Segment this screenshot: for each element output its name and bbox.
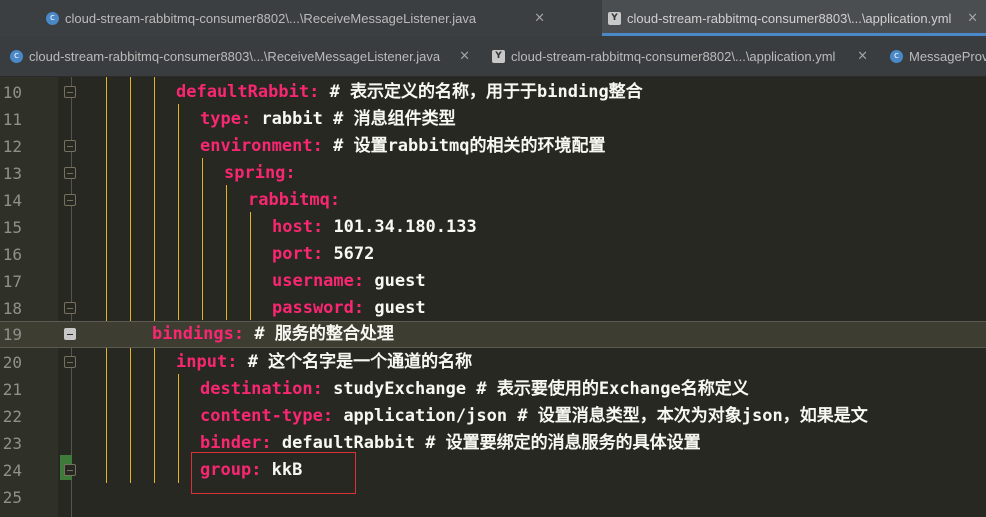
close-icon[interactable]: × [857, 49, 868, 64]
fold-icon[interactable] [64, 167, 76, 179]
line-number: 24 [2, 461, 22, 480]
java-class-icon: c [46, 11, 59, 25]
code-line: 16 port: 5672 [0, 241, 986, 268]
tab-message-provider[interactable]: c MessageProvi [884, 36, 986, 76]
code-text: host: 101.34.180.133 [272, 217, 477, 237]
line-number: 16 [2, 245, 22, 264]
yaml-file-icon: Y [608, 11, 621, 25]
fold-icon[interactable] [64, 464, 76, 476]
java-class-icon: c [890, 49, 903, 63]
tab-receive-listener-8803[interactable]: c cloud-stream-rabbitmq-consumer8803\...… [4, 36, 480, 76]
yaml-file-icon: Y [492, 49, 505, 63]
line-number: 21 [2, 380, 22, 399]
fold-icon[interactable] [64, 194, 76, 206]
fold-icon[interactable] [64, 86, 76, 98]
editor-tab-row-2: c cloud-stream-rabbitmq-consumer8803\...… [0, 36, 986, 77]
code-line: 20 input: # 这个名字是一个通道的名称 [0, 349, 986, 376]
tab-label: cloud-stream-rabbitmq-consumer8802\...\R… [65, 10, 477, 26]
code-text: defaultRabbit: # 表示定义的名称，用于于binding整合 [176, 82, 643, 102]
line-number: 18 [2, 299, 22, 318]
close-icon[interactable]: × [459, 49, 470, 64]
code-line: 13 spring: [0, 160, 986, 187]
code-line: 17 username: guest [0, 268, 986, 295]
line-number: 17 [2, 272, 22, 291]
code-text: content-type: application/json # 设置消息类型，… [200, 406, 868, 426]
code-line: 22 content-type: application/json # 设置消息… [0, 403, 986, 430]
code-text: username: guest [272, 271, 426, 291]
highlight-box [191, 452, 356, 494]
code-line: 11 type: rabbit # 消息组件类型 [0, 106, 986, 133]
close-icon[interactable]: × [967, 11, 978, 26]
code-text: rabbitmq: [248, 190, 341, 210]
line-number: 14 [2, 191, 22, 210]
tab-application-yml-8802[interactable]: Y cloud-stream-rabbitmq-consumer8802\...… [486, 36, 878, 76]
code-text: input: # 这个名字是一个通道的名称 [176, 352, 473, 372]
current-line: 19 bindings: # 服务的整合处理 [0, 321, 986, 348]
tab-label: cloud-stream-rabbitmq-consumer8803\...\a… [627, 10, 952, 26]
code-text: port: 5672 [272, 244, 375, 264]
code-text: type: rabbit # 消息组件类型 [200, 109, 456, 129]
code-line: 18 password: guest [0, 295, 986, 322]
code-line: 10 defaultRabbit: # 表示定义的名称，用于于binding整合 [0, 79, 986, 106]
code-text: destination: studyExchange # 表示要使用的Excha… [200, 379, 749, 399]
line-number: 22 [2, 407, 22, 426]
line-number: 12 [2, 137, 22, 156]
line-number: 10 [2, 83, 22, 102]
code-line: 12 environment: # 设置rabbitmq的相关的环境配置 [0, 133, 986, 160]
tab-label: cloud-stream-rabbitmq-consumer8803\...\R… [29, 48, 441, 64]
line-number: 15 [2, 218, 22, 237]
java-class-icon: c [10, 49, 23, 63]
line-number: 25 [2, 488, 22, 507]
code-text: bindings: # 服务的整合处理 [152, 324, 394, 344]
code-line: 24 group: kkB [0, 457, 986, 484]
line-number: 19 [2, 325, 22, 344]
code-line: 14 rabbitmq: [0, 187, 986, 214]
line-number: 13 [2, 164, 22, 183]
code-text: environment: # 设置rabbitmq的相关的环境配置 [200, 136, 606, 156]
close-icon[interactable]: × [534, 11, 545, 26]
code-line: 21 destination: studyExchange # 表示要使用的Ex… [0, 376, 986, 403]
code-editor[interactable]: 10 defaultRabbit: # 表示定义的名称，用于于binding整合… [0, 77, 986, 517]
fold-icon[interactable] [64, 328, 76, 340]
code-line: 23 binder: defaultRabbit # 设置要绑定的消息服务的具体… [0, 430, 986, 457]
tab-receive-listener-8802[interactable]: c cloud-stream-rabbitmq-consumer8802\...… [40, 0, 555, 36]
tab-application-yml-8803[interactable]: Y cloud-stream-rabbitmq-consumer8803\...… [602, 0, 986, 36]
line-number: 11 [2, 110, 22, 129]
code-line: 25 [0, 484, 986, 511]
fold-icon[interactable] [64, 356, 76, 368]
code-text: password: guest [272, 298, 426, 318]
line-number: 20 [2, 353, 22, 372]
code-line: 15 host: 101.34.180.133 [0, 214, 986, 241]
fold-icon[interactable] [64, 302, 76, 314]
fold-icon[interactable] [64, 140, 76, 152]
editor-tab-row-1: c cloud-stream-rabbitmq-consumer8802\...… [0, 0, 986, 37]
line-number: 23 [2, 434, 22, 453]
code-text: spring: [224, 163, 296, 183]
tab-label: MessageProvi [909, 48, 986, 64]
tab-label: cloud-stream-rabbitmq-consumer8802\...\a… [511, 48, 836, 64]
